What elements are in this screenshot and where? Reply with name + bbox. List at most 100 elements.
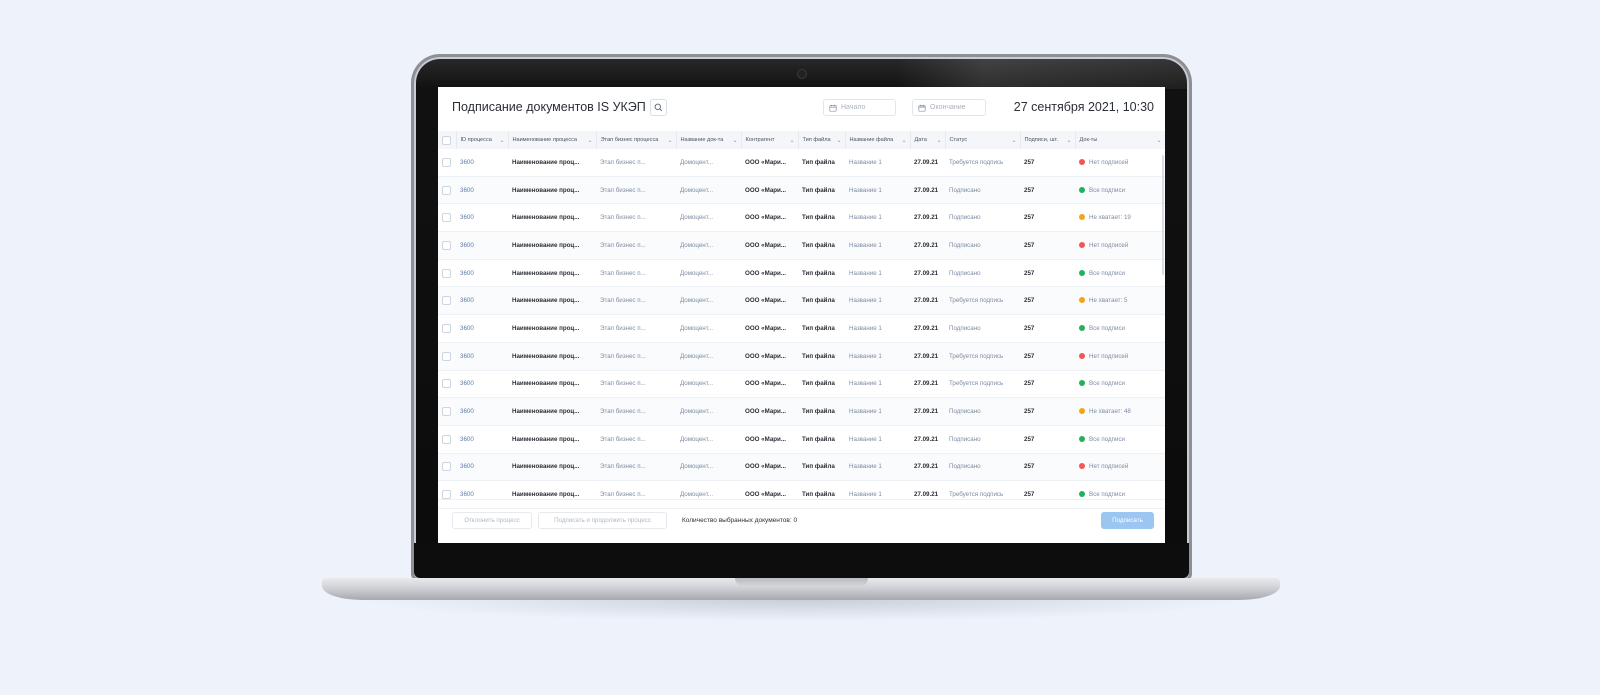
- column-header[interactable]: Название док-та ⌄: [676, 131, 742, 149]
- chevron-down-icon: ⌄: [1066, 137, 1072, 144]
- cell-party: ООО «Мари...: [741, 453, 798, 482]
- table-row[interactable]: 3600 Наименование проц... Этап бизнес п...…: [438, 370, 1165, 399]
- column-header[interactable]: Этап бизнес процесса ⌄: [596, 131, 677, 149]
- cell-id: 3600: [456, 231, 508, 260]
- cell-party: ООО «Мари...: [741, 203, 798, 233]
- row-checkbox[interactable]: [442, 379, 451, 389]
- calendar-icon: [918, 104, 926, 112]
- cell-signatures: 257: [1020, 149, 1075, 177]
- cell-party: ООО «Мари...: [741, 370, 798, 399]
- cell-party: ООО «Мари...: [741, 259, 798, 288]
- reject-process-button[interactable]: Отклонить процесс: [452, 512, 532, 529]
- row-checkbox[interactable]: [442, 268, 451, 278]
- laptop-shadow: [352, 600, 1250, 622]
- column-header[interactable]: Статус ⌄: [945, 131, 1021, 149]
- cell-stage: Этап бизнес п...: [596, 203, 676, 233]
- cell-date: 27.09.21: [910, 149, 945, 177]
- cell-stage: Этап бизнес п...: [596, 149, 676, 177]
- cell-id: 3600: [456, 176, 508, 205]
- table-row[interactable]: 3600 Наименование проц... Этап бизнес п...…: [438, 453, 1165, 482]
- search-icon: [654, 103, 663, 112]
- table-scrollbar[interactable]: [1162, 155, 1164, 275]
- cell-stage: Этап бизнес п...: [596, 286, 676, 316]
- row-checkbox[interactable]: [442, 462, 451, 472]
- cell-status: Подписано: [945, 259, 1020, 288]
- cell-doc: Домоцент...: [676, 259, 741, 288]
- table-row[interactable]: 3600 Наименование проц... Этап бизнес п...…: [438, 425, 1165, 454]
- cell-date: 27.09.21: [910, 259, 945, 288]
- row-checkbox[interactable]: [442, 323, 451, 333]
- row-checkbox[interactable]: [442, 185, 451, 195]
- table-row[interactable]: 3600 Наименование проц... Этап бизнес п...…: [438, 231, 1165, 260]
- table-row[interactable]: 3600 Наименование проц... Этап бизнес п...…: [438, 149, 1165, 177]
- column-header[interactable]: Дата ⌄: [910, 131, 946, 149]
- cell-file-type: Тип файла: [798, 231, 845, 260]
- cell-doc: Домоцент...: [676, 314, 741, 343]
- sign-button[interactable]: Подписать: [1101, 512, 1154, 529]
- row-checkbox[interactable]: [442, 434, 451, 444]
- table-row[interactable]: 3600 Наименование проц... Этап бизнес п...…: [438, 286, 1165, 316]
- cell-docs: Все подписи: [1075, 259, 1165, 288]
- page-title: Подписание документов IS УКЭП: [452, 100, 646, 114]
- row-checkbox[interactable]: [442, 490, 451, 500]
- cell-status: Требуется подпись: [945, 149, 1020, 177]
- column-header[interactable]: ID процесса ⌄: [456, 131, 509, 149]
- status-dot-icon: [1079, 324, 1085, 331]
- cell-file-type: Тип файла: [798, 370, 845, 399]
- column-header[interactable]: Название файла ⌄: [845, 131, 911, 149]
- table-row[interactable]: 3600 Наименование проц... Этап бизнес п...…: [438, 397, 1165, 426]
- end-date-field[interactable]: Окончание: [912, 99, 986, 116]
- column-header[interactable]: Тип файла ⌄: [798, 131, 846, 149]
- cell-date: 27.09.21: [910, 370, 945, 399]
- sign-and-continue-button[interactable]: Подписать и продолжить процесс: [538, 512, 667, 529]
- cell-doc: Домоцент...: [676, 342, 741, 371]
- column-header[interactable]: Док-ты ⌄: [1075, 131, 1165, 149]
- lid-reflection: [898, 59, 1187, 89]
- row-checkbox-cell: [438, 342, 456, 371]
- table-row[interactable]: 3600 Наименование проц... Этап бизнес п...…: [438, 176, 1165, 205]
- calendar-icon: [829, 104, 837, 112]
- start-date-placeholder: Начало: [841, 104, 866, 111]
- cell-id: 3600: [456, 425, 508, 454]
- cell-date: 27.09.21: [910, 425, 945, 454]
- cell-file-name: Название 1: [845, 425, 910, 454]
- cell-id: 3600: [456, 342, 508, 371]
- table-row[interactable]: 3600 Наименование проц... Этап бизнес п...…: [438, 259, 1165, 288]
- row-checkbox[interactable]: [442, 213, 451, 223]
- cell-file-type: Тип файла: [798, 259, 845, 288]
- row-checkbox-cell: [438, 314, 456, 343]
- select-all-checkbox[interactable]: [442, 135, 451, 145]
- column-header[interactable]: Подписи, шт. ⌄: [1020, 131, 1076, 149]
- row-checkbox[interactable]: [442, 157, 451, 167]
- cell-status: Подписано: [945, 314, 1020, 343]
- cell-date: 27.09.21: [910, 397, 945, 426]
- column-header[interactable]: Контрагент ⌄: [741, 131, 799, 149]
- row-checkbox[interactable]: [442, 296, 451, 306]
- cell-signatures: 257: [1020, 453, 1075, 482]
- cell-party: ООО «Мари...: [741, 397, 798, 426]
- search-button[interactable]: [650, 99, 667, 116]
- row-checkbox[interactable]: [442, 240, 451, 250]
- cell-signatures: 257: [1020, 259, 1075, 288]
- row-checkbox-cell: [438, 203, 456, 233]
- chevron-down-icon: ⌄: [667, 137, 673, 144]
- start-date-field[interactable]: Начало: [823, 99, 896, 116]
- cell-party: ООО «Мари...: [741, 286, 798, 316]
- row-checkbox[interactable]: [442, 407, 451, 417]
- cell-docs: Не хватает: 48: [1075, 397, 1165, 426]
- cell-doc: Домоцент...: [676, 286, 741, 316]
- column-header[interactable]: Наименование процесса ⌄: [508, 131, 597, 149]
- cell-name: Наименование проц...: [508, 342, 596, 371]
- row-checkbox[interactable]: [442, 351, 451, 361]
- cell-date: 27.09.21: [910, 203, 945, 233]
- cell-date: 27.09.21: [910, 453, 945, 482]
- status-dot-icon: [1079, 269, 1085, 276]
- table-row[interactable]: 3600 Наименование проц... Этап бизнес п...…: [438, 203, 1165, 233]
- table-row[interactable]: 3600 Наименование проц... Этап бизнес п...…: [438, 342, 1165, 371]
- cell-status: Подписано: [945, 397, 1020, 426]
- cell-status: Подписано: [945, 453, 1020, 482]
- cell-name: Наименование проц...: [508, 203, 596, 233]
- cell-docs: Все подписи: [1075, 314, 1165, 343]
- cell-party: ООО «Мари...: [741, 231, 798, 260]
- table-row[interactable]: 3600 Наименование проц... Этап бизнес п...…: [438, 314, 1165, 343]
